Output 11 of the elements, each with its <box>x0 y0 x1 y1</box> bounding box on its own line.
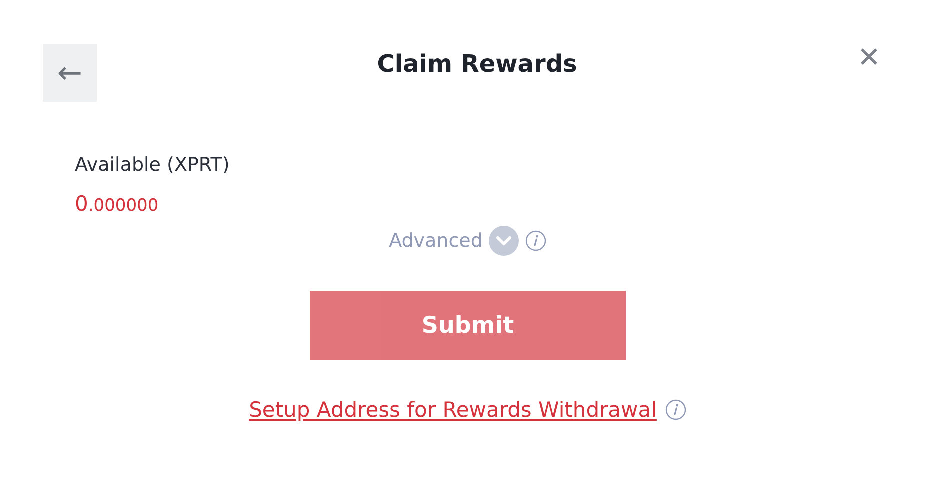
available-label: Available (XPRT) <box>75 154 230 176</box>
close-button[interactable]: ✕ <box>858 44 881 72</box>
available-amount: 0.000000 <box>75 192 159 216</box>
dialog-title: Claim Rewards <box>377 50 578 78</box>
advanced-label: Advanced <box>389 230 483 252</box>
chevron-down-icon <box>496 236 512 246</box>
withdrawal-address-link[interactable]: Setup Address for Rewards Withdrawal <box>249 398 657 422</box>
back-button[interactable]: ← <box>43 44 97 102</box>
info-icon[interactable] <box>664 399 687 421</box>
expand-button[interactable] <box>488 226 519 256</box>
info-icon[interactable] <box>524 230 547 252</box>
